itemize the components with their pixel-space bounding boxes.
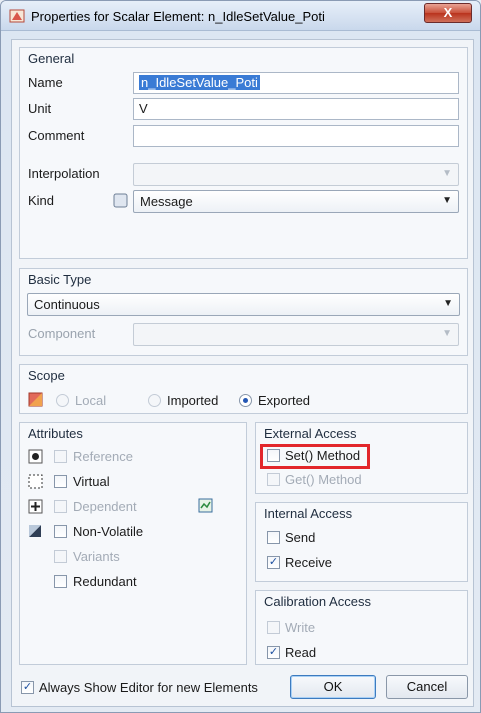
calibration-access-group: Calibration Access Write ✓ Read (255, 590, 468, 665)
chevron-down-icon: ▼ (442, 328, 452, 339)
general-group-title: General (28, 51, 75, 66)
unit-input[interactable]: V (133, 98, 459, 120)
basic-type-group: Basic Type Continuous ▼ Component ▼ (19, 268, 468, 356)
scope-group: Scope Local Imported Exported (19, 364, 468, 414)
virtual-label: Virtual (73, 474, 110, 489)
ok-button[interactable]: OK (290, 675, 376, 699)
reference-checkbox[interactable] (54, 450, 67, 463)
title-bar[interactable]: Properties for Scalar Element: n_IdleSet… (1, 1, 480, 31)
dependent-checkbox[interactable] (54, 500, 67, 513)
variants-label: Variants (73, 549, 120, 564)
kind-label: Kind (28, 193, 55, 208)
redundant-checkbox[interactable] (54, 575, 67, 588)
general-group: General Name n_IdleSetValue_Poti Unit V … (19, 47, 468, 259)
redundant-label: Redundant (73, 574, 137, 589)
internal-access-group: Internal Access Send ✓ Receive (255, 502, 468, 582)
properties-dialog: Properties for Scalar Element: n_IdleSet… (0, 0, 481, 713)
reference-label: Reference (73, 449, 133, 464)
scope-exported-label: Exported (258, 393, 311, 408)
cancel-button[interactable]: Cancel (386, 675, 468, 699)
dependent-icon (28, 499, 43, 514)
read-label: Read (285, 645, 317, 660)
read-checkbox[interactable]: ✓ (267, 646, 280, 659)
chevron-down-icon: ▼ (442, 195, 452, 206)
attributes-group: Attributes Reference Virtual Dependent N… (19, 422, 247, 665)
get-method-label: Get() Method (285, 472, 362, 487)
scope-exported-radio[interactable] (239, 394, 252, 407)
scope-imported-label: Imported (167, 393, 219, 408)
internal-access-group-title: Internal Access (264, 506, 353, 521)
chevron-down-icon: ▼ (443, 298, 453, 309)
virtual-checkbox[interactable] (54, 475, 67, 488)
attributes-group-title: Attributes (28, 426, 83, 441)
close-button[interactable]: X (424, 3, 472, 23)
name-label: Name (28, 75, 63, 90)
component-select[interactable]: ▼ (133, 323, 459, 346)
get-method-checkbox[interactable] (267, 473, 280, 486)
kind-value: Message (140, 194, 193, 209)
receive-checkbox[interactable]: ✓ (267, 556, 280, 569)
comment-label: Comment (28, 128, 85, 143)
receive-label: Receive (285, 555, 332, 570)
comment-input[interactable] (133, 125, 459, 147)
reference-icon (28, 449, 43, 464)
dialog-content: General Name n_IdleSetValue_Poti Unit V … (11, 39, 474, 707)
always-show-editor-checkbox[interactable]: ✓ (21, 681, 34, 694)
properties-window-icon (9, 9, 25, 23)
non-volatile-label: Non-Volatile (73, 524, 144, 539)
interpolation-label: Interpolation (28, 166, 100, 181)
basic-type-select[interactable]: Continuous ▼ (27, 293, 460, 316)
dependency-editor-icon[interactable] (198, 498, 213, 513)
chevron-down-icon: ▼ (442, 168, 452, 179)
unit-label: Unit (28, 101, 52, 116)
write-label: Write (285, 620, 316, 635)
dependent-label: Dependent (73, 499, 137, 514)
variants-checkbox[interactable] (54, 550, 67, 563)
scope-local-radio[interactable] (56, 394, 69, 407)
component-label: Component (28, 326, 96, 341)
basic-type-value: Continuous (34, 297, 100, 312)
non-volatile-checkbox[interactable] (54, 525, 67, 538)
send-label: Send (285, 530, 316, 545)
always-show-editor-label: Always Show Editor for new Elements (39, 680, 258, 695)
scope-local-label: Local (75, 393, 107, 408)
virtual-icon (28, 474, 43, 489)
scope-group-title: Scope (28, 368, 65, 383)
scope-icon (28, 392, 43, 407)
name-input-value: n_IdleSetValue_Poti (139, 75, 260, 90)
kind-select[interactable]: Message ▼ (133, 190, 459, 213)
external-access-group-title: External Access (264, 426, 357, 441)
send-checkbox[interactable] (267, 531, 280, 544)
message-kind-icon (113, 193, 128, 208)
set-method-highlight (260, 444, 370, 469)
calibration-access-group-title: Calibration Access (264, 594, 371, 609)
interpolation-select[interactable]: ▼ (133, 163, 459, 186)
name-input[interactable]: n_IdleSetValue_Poti (133, 72, 459, 94)
write-checkbox[interactable] (267, 621, 280, 634)
non-volatile-icon (29, 525, 41, 537)
basic-type-group-title: Basic Type (28, 272, 92, 287)
window-title: Properties for Scalar Element: n_IdleSet… (31, 9, 325, 24)
scope-imported-radio[interactable] (148, 394, 161, 407)
